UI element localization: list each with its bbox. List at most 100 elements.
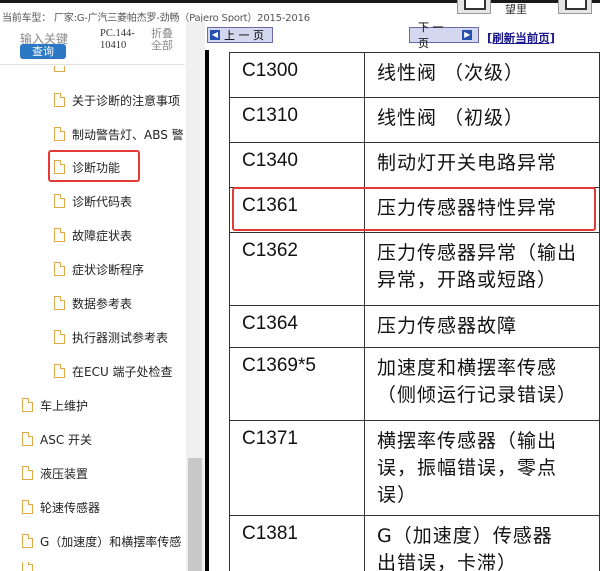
tree-item-label: 执行器测试参考表 — [72, 330, 169, 345]
tree-item-label: 在ECU 端子处检查 — [72, 364, 173, 379]
tree-item[interactable]: ASC 开关 — [22, 428, 92, 450]
table-row: C1371 横摆率传感器（输出 误，振幅错误，零点 误） — [228, 420, 600, 516]
dtc-description: 压力传感器异常（输出 异常，开路或短路） — [364, 232, 600, 306]
tree-item-label: 关于诊断的注意事项 — [72, 93, 181, 108]
tree-item[interactable]: 症状诊断程序 — [54, 258, 144, 280]
fold-line2: 全部 — [151, 39, 173, 52]
toolbar-button-1[interactable] — [457, 0, 491, 14]
tree-item-label: G（加速度）和横摆率传感 — [40, 534, 182, 549]
pc-code-line1: PC.144- — [100, 28, 135, 39]
document-icon — [54, 296, 65, 310]
dtc-description: 横摆率传感器（输出 误，振幅错误，零点 误） — [364, 420, 600, 516]
dtc-description-line: 误） — [377, 484, 418, 506]
document-icon — [54, 262, 65, 276]
dtc-code: C1381 — [228, 515, 366, 571]
tree-item-label: 故障症状表 — [72, 228, 133, 243]
dtc-table: C1300 线性阀 （次级） C1310 线性阀 （初级） C1340 制动灯开… — [228, 52, 600, 571]
dtc-code: C1364 — [228, 305, 366, 348]
tree-item-partial[interactable] — [22, 562, 40, 571]
document-icon — [22, 534, 33, 548]
row-highlight — [232, 187, 596, 231]
dtc-code: C1371 — [228, 420, 366, 516]
document-icon — [54, 194, 65, 208]
toolbar-label: 望里 — [505, 3, 527, 16]
next-page-button[interactable]: 下 一 页 ▶ — [409, 22, 479, 50]
top-bar: 当前车型： 厂家:G-广汽三菱帕杰罗-劲畅（Pajero Sport）2015-… — [0, 0, 600, 24]
window-icon — [565, 0, 587, 10]
tree-item[interactable]: 在ECU 端子处检查 — [54, 360, 173, 382]
dtc-code: C1369*5 — [228, 347, 366, 421]
content-panel: ◀ 上 一 页 下 一 页 ▶ [刷新当前页] C1300 线性阀 （次级） C… — [205, 22, 600, 571]
document-icon — [54, 66, 65, 72]
tree-item-partial[interactable] — [54, 66, 72, 74]
table-row: C1369*5 加速度和横摆率传感 （侧倾运行记录错误） — [228, 347, 600, 421]
tree-item-label: ASC 开关 — [40, 432, 93, 447]
dtc-description: 压力传感器故障 — [364, 305, 600, 348]
dtc-description: 加速度和横摆率传感 （侧倾运行记录错误） — [364, 347, 600, 421]
tree-item-label: 车上维护 — [40, 398, 89, 413]
document-icon — [22, 432, 33, 446]
tree-item[interactable]: 液压装置 — [22, 462, 88, 484]
selected-highlight — [48, 150, 140, 182]
page-nav-bar: ◀ 上 一 页 下 一 页 ▶ [刷新当前页] — [205, 22, 600, 50]
dtc-code: C1340 — [228, 142, 366, 188]
dtc-description-line: 误，振幅错误，零点 — [377, 457, 558, 479]
document-icon — [22, 398, 33, 412]
tree-item[interactable]: 轮速传感器 — [22, 496, 100, 518]
next-page-label: 下 一 页 — [418, 22, 444, 50]
fold-all-button[interactable]: 折叠 全部 — [151, 28, 173, 52]
tree-item[interactable]: 数据参考表 — [54, 292, 132, 314]
document-icon — [22, 562, 33, 571]
arrow-left-icon: ◀ — [210, 30, 220, 40]
search-separator — [0, 64, 185, 65]
document-icon — [54, 127, 65, 141]
refresh-link[interactable]: [刷新当前页] — [487, 30, 555, 46]
tree-item-label: 诊断代码表 — [72, 194, 133, 209]
document-icon — [22, 500, 33, 514]
dtc-code: C1362 — [228, 232, 366, 306]
dtc-description-line: 异常，开路或短路） — [377, 269, 558, 291]
dtc-description-line: 加速度和横摆率传感 — [377, 357, 558, 379]
tree-item-label: 症状诊断程序 — [72, 262, 145, 277]
tree-item[interactable]: 关于诊断的注意事项 — [54, 89, 180, 111]
pc-code: PC.144- 10410 — [100, 28, 135, 52]
dtc-description-line: 横摆率传感器（输出 — [377, 430, 558, 452]
document-icon — [22, 466, 33, 480]
tree-item-label: 轮速传感器 — [40, 500, 101, 515]
document-icon — [54, 364, 65, 378]
dtc-description: 制动灯开关电路异常 — [364, 142, 600, 188]
document-left-border — [205, 50, 209, 571]
table-row: C1381 G（加速度）传感器 出错误，卡滞） — [228, 515, 600, 571]
pc-code-line2: 10410 — [100, 40, 127, 51]
dtc-description-line: 出错误，卡滞） — [377, 552, 518, 571]
tree-item[interactable]: 制动警告灯、ABS 警 — [54, 123, 184, 145]
tree-item[interactable]: 车上维护 — [22, 394, 88, 416]
document-icon — [54, 330, 65, 344]
tree-item-label: 制动警告灯、ABS 警 — [72, 127, 184, 142]
dtc-description-line: 压力传感器异常（输出 — [377, 242, 578, 264]
left-panel: 输入关键 查询 PC.144- 10410 折叠 全部 关于诊断的注意事项 制动… — [0, 22, 205, 571]
tree-item[interactable]: 故障症状表 — [54, 224, 132, 246]
table-row: C1364 压力传感器故障 — [228, 305, 600, 348]
query-button[interactable]: 查询 — [20, 44, 66, 59]
tree-item-label: 数据参考表 — [72, 296, 133, 311]
table-row: C1310 线性阀 （初级） — [228, 97, 600, 143]
dtc-description-line: G（加速度）传感器 — [377, 525, 553, 547]
document-icon — [54, 228, 65, 242]
dtc-description: 线性阀 （次级） — [364, 52, 600, 98]
table-row: C1300 线性阀 （次级） — [228, 52, 600, 98]
tree-item[interactable]: G（加速度）和横摆率传感 — [22, 530, 186, 552]
prev-page-label: 上 一 页 — [224, 29, 264, 42]
left-scrollbar-thumb[interactable] — [188, 458, 202, 571]
table-row: C1340 制动灯开关电路异常 — [228, 142, 600, 188]
dtc-description: 线性阀 （初级） — [364, 97, 600, 143]
tree-item[interactable]: 执行器测试参考表 — [54, 326, 168, 348]
window-icon — [464, 0, 486, 10]
prev-page-button[interactable]: ◀ 上 一 页 — [207, 27, 273, 43]
left-scrollbar[interactable] — [186, 22, 205, 571]
tree-item[interactable]: 诊断代码表 — [54, 190, 132, 212]
dtc-description-line: （侧倾运行记录错误） — [377, 384, 578, 406]
dtc-code: C1310 — [228, 97, 366, 143]
toolbar-button-2[interactable] — [558, 0, 592, 14]
document-icon — [54, 93, 65, 107]
